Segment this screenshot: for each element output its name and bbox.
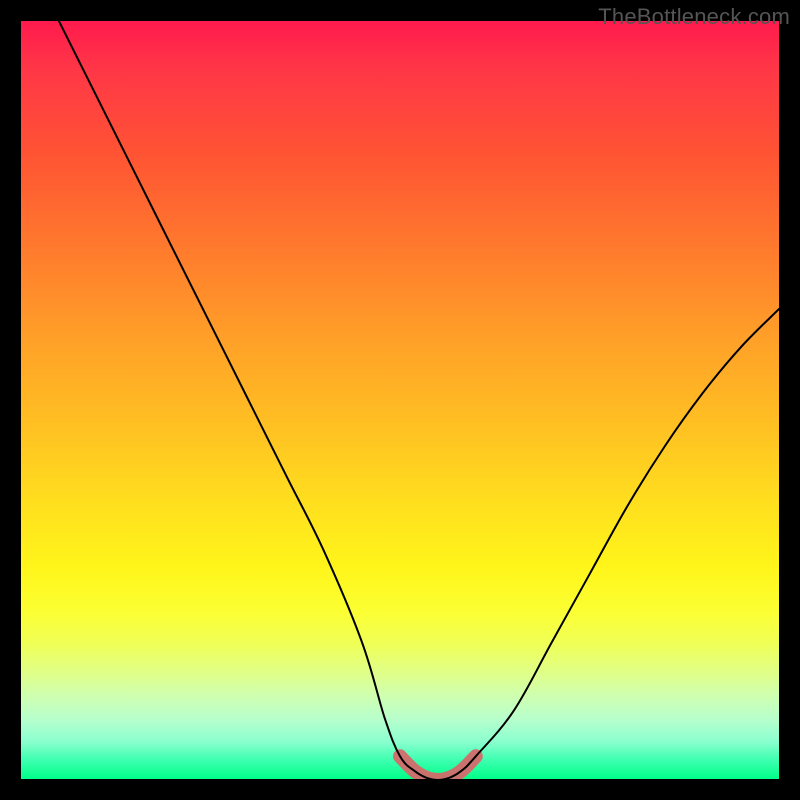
chart-frame: TheBottleneck.com [0,0,800,800]
bottleneck-curve [59,21,779,779]
watermark-text: TheBottleneck.com [598,4,790,30]
plot-area [21,21,779,779]
chart-svg [21,21,779,779]
